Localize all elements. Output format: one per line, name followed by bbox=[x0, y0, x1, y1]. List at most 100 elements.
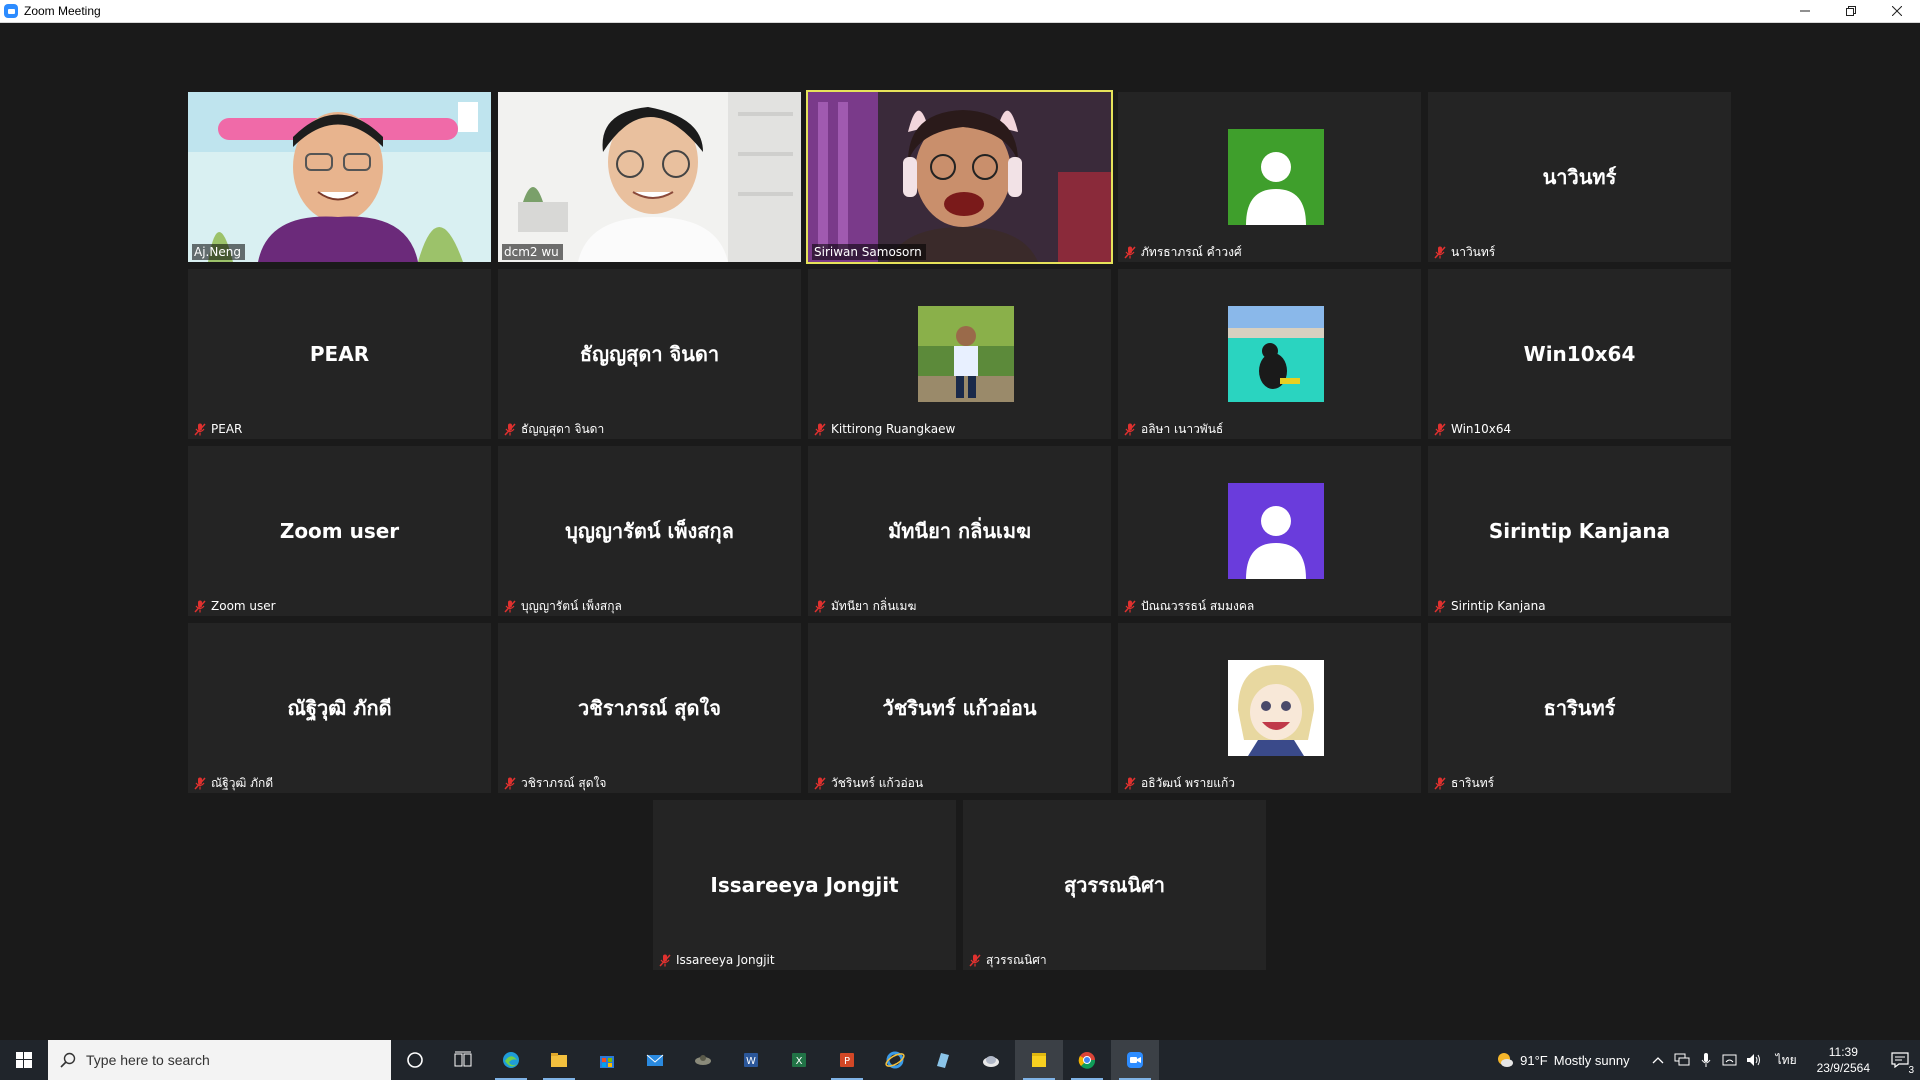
participant-tile[interactable]: นาวินทร์ นาวินทร์ bbox=[1428, 92, 1731, 262]
participant-tile[interactable]: บุญญารัตน์ เพ็งสกุล บุญญารัตน์ เพ็งสกุล bbox=[498, 446, 801, 616]
participant-name-label: ณัฐิวุฒิ ภักดี bbox=[192, 775, 277, 791]
muted-mic-icon bbox=[659, 953, 671, 967]
participant-name-label: ภัทรธาภรณ์ คำวงศ์ bbox=[1122, 244, 1246, 260]
taskbar-apps: WXP bbox=[391, 1040, 1159, 1080]
participant-name: dcm2 wu bbox=[504, 245, 559, 259]
taskbar-button-cortana[interactable] bbox=[391, 1040, 439, 1080]
participant-display-name: นาวินทร์ bbox=[1542, 165, 1617, 189]
participant-tile[interactable]: Kittirong Ruangkaew bbox=[808, 269, 1111, 439]
volume-button[interactable] bbox=[1742, 1053, 1766, 1067]
taskbar-button-powerpoint[interactable]: P bbox=[823, 1040, 871, 1080]
input-language[interactable]: ไทย bbox=[1776, 1051, 1797, 1070]
game-icon bbox=[695, 1055, 711, 1065]
participant-tile[interactable]: อลิษา เนาวพันธ์ bbox=[1118, 269, 1421, 439]
ie-icon bbox=[885, 1051, 905, 1069]
notification-button[interactable]: 3 bbox=[1880, 1052, 1920, 1076]
muted-mic-icon bbox=[504, 599, 516, 613]
store-icon bbox=[600, 1056, 614, 1068]
participant-name: ธัญญสุดา จินดา bbox=[521, 421, 605, 436]
participant-tile[interactable]: Issareeya Jongjit Issareeya Jongjit bbox=[653, 800, 956, 970]
show-hidden-icons-button[interactable] bbox=[1646, 1056, 1670, 1064]
participant-name: บุญญารัตน์ เพ็งสกุล bbox=[521, 598, 622, 613]
start-button[interactable] bbox=[0, 1040, 48, 1080]
participant-tile[interactable]: Win10x64 Win10x64 bbox=[1428, 269, 1731, 439]
participant-display-name: Win10x64 bbox=[1523, 342, 1636, 366]
participant-display-name: Zoom user bbox=[279, 519, 400, 543]
taskbar-button-mail[interactable] bbox=[631, 1040, 679, 1080]
svg-text:X: X bbox=[796, 1056, 803, 1067]
participant-name-label: Siriwan Samosorn bbox=[812, 244, 926, 260]
participant-tile[interactable]: ธัญญสุดา จินดา ธัญญสุดา จินดา bbox=[498, 269, 801, 439]
participant-display-name: Issareeya Jongjit bbox=[710, 873, 899, 897]
muted-mic-icon bbox=[1434, 422, 1446, 436]
participant-tile[interactable]: อธิวัฒน์ พรายแก้ว bbox=[1118, 623, 1421, 793]
participant-tile[interactable]: Siriwan Samosorn bbox=[806, 90, 1113, 264]
clock[interactable]: 11:39 23/9/2564 bbox=[1817, 1044, 1870, 1076]
taskbar-button-notes[interactable] bbox=[919, 1040, 967, 1080]
participant-name-label: นาวินทร์ bbox=[1432, 244, 1499, 260]
weather-widget[interactable]: 91°F Mostly sunny bbox=[1496, 1051, 1630, 1069]
participant-tile[interactable]: ปัณณวรรธน์ สมมงคล bbox=[1118, 446, 1421, 616]
participant-tile[interactable]: ภัทรธาภรณ์ คำวงศ์ bbox=[1118, 92, 1421, 262]
taskbar-search[interactable] bbox=[48, 1040, 391, 1080]
minimize-button[interactable] bbox=[1782, 0, 1828, 22]
chrome-icon bbox=[1078, 1052, 1096, 1069]
participant-tile[interactable]: ณัฐิวุฒิ ภักดี ณัฐิวุฒิ ภักดี bbox=[188, 623, 491, 793]
taskbar: W X P 91°F Mostly sunny ไทย 11:39 23/9/256… bbox=[0, 1040, 1920, 1080]
participant-tile[interactable]: วชิราภรณ์ สุดใจ วชิราภรณ์ สุดใจ bbox=[498, 623, 801, 793]
notification-icon bbox=[1891, 1052, 1909, 1068]
participant-tile[interactable]: มัทนียา กลิ่นเมฆ มัทนียา กลิ่นเมฆ bbox=[808, 446, 1111, 616]
participant-display-name: วชิราภรณ์ สุดใจ bbox=[578, 696, 721, 720]
participant-name-label: ปัณณวรรธน์ สมมงคล bbox=[1122, 598, 1258, 614]
participant-name: ธารินทร์ bbox=[1451, 775, 1495, 790]
notification-count: 3 bbox=[1908, 1065, 1914, 1076]
participant-name: นาวินทร์ bbox=[1451, 244, 1496, 259]
taskbar-button-game[interactable] bbox=[679, 1040, 727, 1080]
participant-tile[interactable]: Sirintip Kanjana Sirintip Kanjana bbox=[1428, 446, 1731, 616]
taskbar-button-store[interactable] bbox=[583, 1040, 631, 1080]
restore-button[interactable] bbox=[1828, 0, 1874, 22]
participant-tile[interactable]: dcm2 wu bbox=[498, 92, 801, 262]
taskbar-button-ie[interactable] bbox=[871, 1040, 919, 1080]
taskbar-button-sticky-notes[interactable] bbox=[1015, 1040, 1063, 1080]
search-input[interactable] bbox=[86, 1052, 366, 1068]
participant-name-label: ธัญญสุดา จินดา bbox=[502, 421, 608, 437]
taskbar-button-cloud[interactable] bbox=[967, 1040, 1015, 1080]
search-icon bbox=[60, 1052, 76, 1068]
participant-tile[interactable]: วัชรินทร์ แก้วอ่อน วัชรินทร์ แก้วอ่อน bbox=[808, 623, 1111, 793]
participant-tile[interactable]: Aj.Neng bbox=[188, 92, 491, 262]
participant-name: Zoom user bbox=[211, 599, 276, 613]
taskbar-button-zoom[interactable] bbox=[1111, 1040, 1159, 1080]
participant-name: Siriwan Samosorn bbox=[814, 245, 922, 259]
muted-mic-icon bbox=[1124, 599, 1136, 613]
muted-mic-icon bbox=[1434, 599, 1446, 613]
participant-video bbox=[498, 92, 801, 262]
edge-icon bbox=[503, 1052, 519, 1068]
participant-name-label: Win10x64 bbox=[1432, 421, 1515, 437]
muted-mic-icon bbox=[504, 776, 516, 790]
close-button[interactable] bbox=[1874, 0, 1920, 22]
participant-tile[interactable]: PEAR PEAR bbox=[188, 269, 491, 439]
svg-text:P: P bbox=[844, 1056, 850, 1067]
participant-name: Aj.Neng bbox=[194, 245, 241, 259]
windows-icon bbox=[16, 1052, 32, 1068]
default-avatar-icon bbox=[1228, 129, 1324, 225]
taskbar-button-chrome[interactable] bbox=[1063, 1040, 1111, 1080]
microphone-tray-button[interactable] bbox=[1694, 1052, 1718, 1068]
participant-name: มัทนียา กลิ่นเมฆ bbox=[831, 598, 917, 613]
taskbar-button-word[interactable]: W bbox=[727, 1040, 775, 1080]
network-button[interactable] bbox=[1670, 1053, 1694, 1067]
participant-display-name: Sirintip Kanjana bbox=[1488, 519, 1671, 543]
participant-tile[interactable]: ธารินทร์ ธารินทร์ bbox=[1428, 623, 1731, 793]
participant-tile[interactable]: Zoom user Zoom user bbox=[188, 446, 491, 616]
participant-display-name: บุญญารัตน์ เพ็งสกุล bbox=[565, 519, 734, 543]
muted-mic-icon bbox=[504, 422, 516, 436]
participant-name: Sirintip Kanjana bbox=[1451, 599, 1546, 613]
taskbar-button-file-explorer[interactable] bbox=[535, 1040, 583, 1080]
taskbar-button-excel[interactable]: X bbox=[775, 1040, 823, 1080]
taskbar-button-task-view[interactable] bbox=[439, 1040, 487, 1080]
participant-name: อธิวัฒน์ พรายแก้ว bbox=[1141, 775, 1235, 790]
participant-tile[interactable]: สุวรรณนิศา สุวรรณนิศา bbox=[963, 800, 1266, 970]
taskbar-button-edge[interactable] bbox=[487, 1040, 535, 1080]
connection-button[interactable] bbox=[1718, 1053, 1742, 1067]
